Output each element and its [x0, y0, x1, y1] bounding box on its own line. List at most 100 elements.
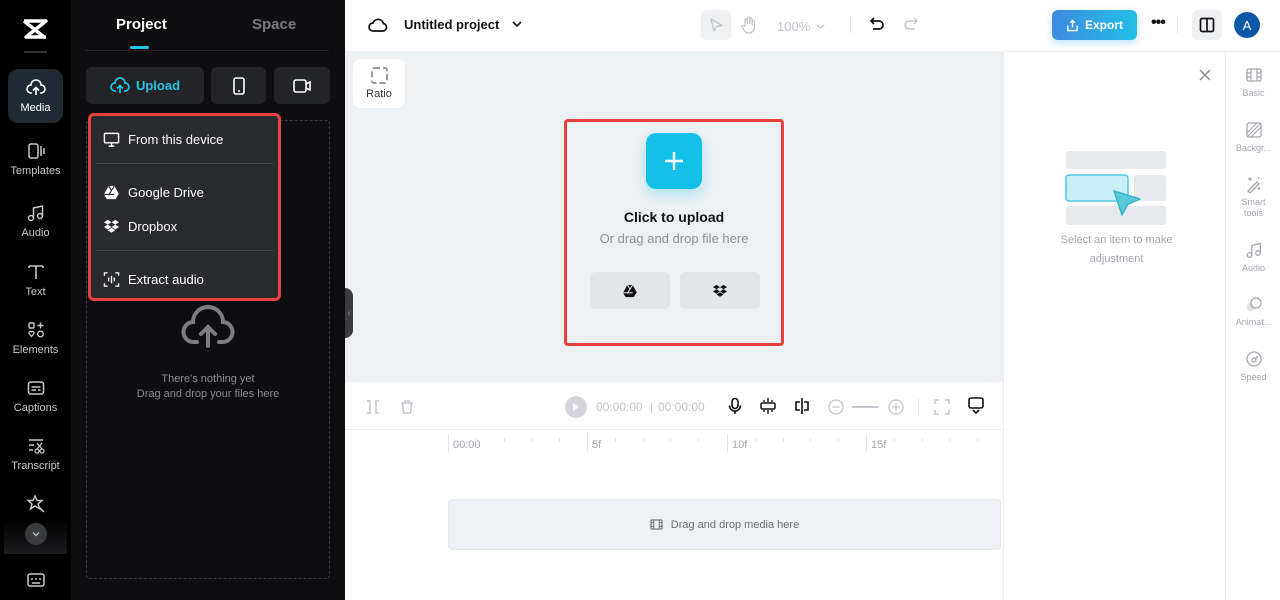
ruler-minor-tick: [475, 438, 477, 442]
menu-divider: [96, 250, 273, 251]
rail-item-label: Templates: [10, 165, 61, 177]
film-icon: [1245, 68, 1262, 82]
close-icon[interactable]: [1198, 68, 1212, 82]
drop-hint: Drag and drop media here: [670, 518, 800, 531]
ratio-button[interactable]: Ratio: [353, 59, 405, 108]
upload-subtitle: Or drag and drop file here: [599, 231, 749, 246]
upload-menu: From this device Google Drive Dropbox Ex…: [88, 113, 281, 301]
tab-label: Audio: [1241, 263, 1266, 273]
collapse-panel-handle[interactable]: ‹: [345, 288, 353, 338]
fit-timeline-icon[interactable]: [933, 398, 951, 416]
auto-snap-icon[interactable]: [759, 397, 777, 415]
caption-track-icon[interactable]: [967, 396, 985, 414]
tab-smart-tools[interactable]: Smart tools: [1226, 175, 1280, 219]
zoom-level[interactable]: 100%: [777, 19, 810, 34]
animation-icon: [1246, 297, 1262, 312]
project-title[interactable]: Untitled project: [404, 17, 499, 32]
menu-item-dropbox[interactable]: Dropbox: [103, 215, 177, 237]
ruler-label: 15f: [871, 439, 887, 451]
divider: [24, 51, 47, 53]
link-tracks-icon[interactable]: [793, 397, 811, 415]
monitor-icon: [103, 132, 120, 147]
google-drive-icon: [103, 185, 120, 199]
text-icon: [27, 265, 44, 279]
tab-label: Smart tools: [1241, 197, 1266, 218]
rail-item-captions[interactable]: Captions: [8, 369, 63, 423]
tab-audio[interactable]: Audio: [1226, 241, 1280, 274]
menu-item-google-drive[interactable]: Google Drive: [103, 181, 204, 203]
more-options-icon[interactable]: •••: [1151, 14, 1169, 34]
tab-basic[interactable]: Basic: [1226, 66, 1280, 99]
chevron-left-icon: ‹: [347, 307, 351, 319]
play-button[interactable]: [565, 396, 587, 418]
rail-item-audio[interactable]: Audio: [8, 194, 63, 248]
ruler-tick: [727, 434, 728, 452]
ruler-minor-tick: [698, 438, 700, 442]
rail-item-label: Media: [20, 102, 51, 114]
magic-wand-icon: [1246, 176, 1260, 193]
select-tool-button[interactable]: [701, 10, 731, 40]
google-drive-icon: [623, 284, 638, 297]
tab-animation[interactable]: Animat...: [1226, 295, 1280, 328]
right-rail: Basic Backgr... Smart tools Audio Animat…: [1225, 52, 1280, 600]
cloud-upload-icon: [25, 79, 46, 95]
rail-item-transcript[interactable]: Transcript: [8, 427, 63, 481]
split-icon[interactable]: [364, 398, 382, 416]
templates-icon: [27, 143, 45, 159]
rail-item-media[interactable]: Media: [8, 69, 63, 123]
tab-background[interactable]: Backgr...: [1226, 121, 1280, 154]
zoom-out-icon[interactable]: [827, 398, 845, 416]
time-separator: |: [650, 400, 654, 414]
zoom-slider[interactable]: [852, 406, 878, 408]
microphone-icon[interactable]: [726, 397, 744, 415]
record-button[interactable]: [274, 67, 330, 104]
capcut-editor: Media Templates Audio Text Elements Capt…: [0, 0, 1280, 600]
phone-upload-button[interactable]: [211, 67, 266, 104]
ruler-tick: [587, 434, 588, 452]
upload-card[interactable]: Click to upload Or drag and drop file he…: [564, 119, 784, 346]
menu-item-extract-audio[interactable]: Extract audio: [103, 268, 204, 290]
elements-icon: [27, 322, 44, 338]
chevron-down-icon[interactable]: [511, 18, 523, 30]
rail-expand-button[interactable]: [25, 523, 47, 545]
user-avatar[interactable]: A: [1234, 12, 1260, 38]
zoom-in-icon[interactable]: [887, 398, 905, 416]
undo-icon[interactable]: [868, 15, 886, 33]
tab-label: Speed: [1240, 372, 1267, 382]
google-drive-button[interactable]: [590, 272, 670, 309]
menu-item-label: Dropbox: [128, 218, 178, 234]
divider: [850, 17, 851, 33]
delete-icon[interactable]: [398, 398, 416, 416]
tab-speed[interactable]: Speed: [1226, 350, 1280, 383]
pointer-icon: [710, 18, 723, 32]
ruler-minor-tick: [754, 438, 756, 442]
export-label: Export: [1084, 18, 1123, 32]
hint-line: Select an item to make: [1060, 234, 1173, 246]
menu-item-from-device[interactable]: From this device: [103, 128, 223, 150]
top-bar: Untitled project 100% Export ••• A: [345, 0, 1280, 52]
export-button[interactable]: Export: [1052, 10, 1137, 40]
selection-hint: Select an item to make adjustment: [1044, 231, 1189, 269]
upload-button[interactable]: Upload: [86, 67, 204, 104]
redo-icon[interactable]: [902, 15, 920, 33]
toggle-layout-button[interactable]: [1192, 10, 1222, 40]
ruler-minor-tick: [531, 438, 533, 442]
tab-space[interactable]: Space: [252, 16, 296, 33]
media-track-dropzone[interactable]: Drag and drop media here: [448, 499, 1001, 550]
keyboard-shortcuts-icon[interactable]: [26, 572, 46, 588]
ratio-label: Ratio: [366, 88, 392, 100]
chevron-down-icon[interactable]: [815, 21, 826, 32]
dropbox-button[interactable]: [680, 272, 760, 309]
ruler-minor-tick: [614, 438, 616, 442]
tab-project[interactable]: Project: [116, 16, 167, 33]
current-time: 00:00:00: [596, 400, 643, 414]
rail-item-elements[interactable]: Elements: [8, 311, 63, 365]
empty-message: There's nothing yet: [161, 373, 255, 385]
add-media-button[interactable]: [646, 133, 702, 189]
cloud-save-icon[interactable]: [368, 16, 388, 34]
rail-item-text[interactable]: Text: [8, 253, 63, 307]
hand-tool-icon[interactable]: [739, 15, 759, 35]
upload-title: Click to upload: [623, 209, 725, 225]
rail-item-templates[interactable]: Templates: [8, 132, 63, 186]
capcut-logo[interactable]: [20, 14, 50, 44]
